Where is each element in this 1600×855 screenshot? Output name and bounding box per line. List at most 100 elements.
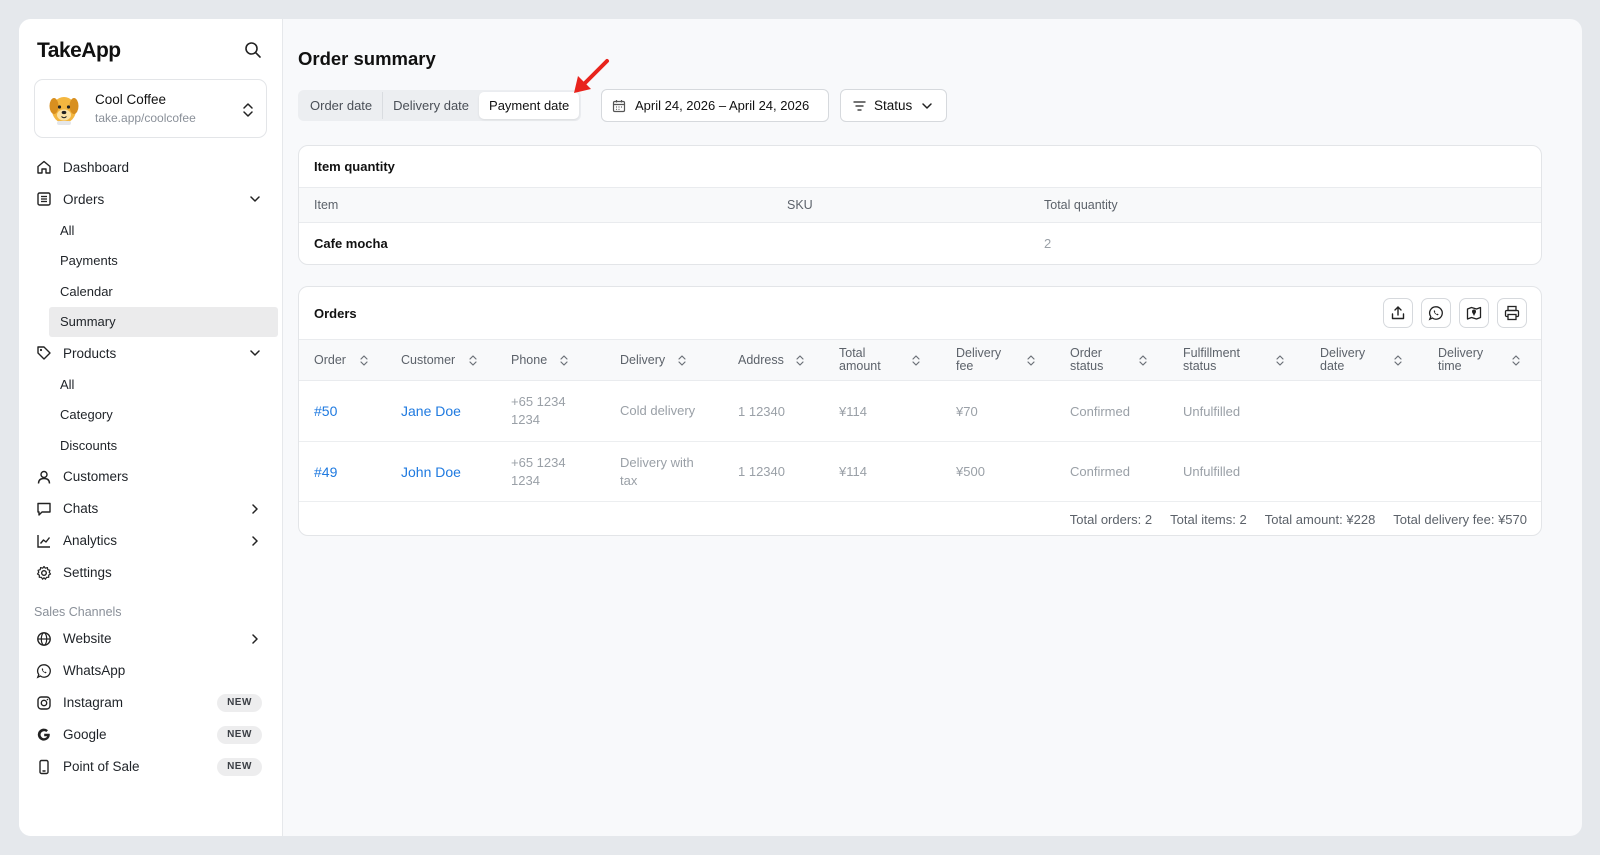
sidebar-item-label: Orders — [63, 191, 105, 207]
map-button[interactable] — [1459, 298, 1489, 328]
column-header-delivery-fee[interactable]: Delivery fee — [941, 347, 1055, 373]
map-pin-icon — [1466, 306, 1482, 320]
column-header-item: Item — [314, 198, 339, 212]
sidebar-subitem-summary[interactable]: Summary — [49, 306, 278, 337]
store-switcher[interactable]: Cool Coffee take.app/coolcofee — [34, 79, 267, 138]
column-header-fulfillment-status[interactable]: Fulfillment status — [1168, 347, 1305, 373]
status-filter-button[interactable]: Status — [840, 89, 947, 122]
column-header-delivery[interactable]: Delivery — [605, 352, 723, 367]
column-header-phone[interactable]: Phone — [496, 353, 605, 367]
chevron-down-icon — [250, 350, 260, 356]
sidebar-item-chats[interactable]: Chats — [19, 493, 283, 525]
chat-bubble-icon — [37, 502, 51, 516]
new-badge: NEW — [217, 725, 262, 744]
sidebar-item-instagram[interactable]: Instagram NEW — [19, 687, 283, 719]
sort-icon — [1512, 355, 1520, 366]
tab-payment-date[interactable]: Payment date — [479, 92, 580, 119]
column-header-customer[interactable]: Customer — [386, 353, 496, 367]
phone-line: 1234 — [511, 412, 540, 427]
date-range-picker[interactable]: April 24, 2026 – April 24, 2026 — [601, 89, 829, 122]
total-orders: Total orders: 2 — [1069, 512, 1153, 527]
sidebar-item-dashboard[interactable]: Dashboard — [19, 151, 283, 183]
sidebar-item-orders[interactable]: Orders — [19, 183, 283, 215]
sidebar-item-label: Analytics — [63, 533, 118, 548]
sidebar-item-point-of-sale[interactable]: Point of Sale NEW — [19, 751, 283, 783]
column-label-line: Fulfillment — [1183, 346, 1240, 360]
order-fulfillment-status: Unfulfilled — [1183, 403, 1241, 419]
sidebar-item-label: Instagram — [63, 695, 124, 710]
customer-link[interactable]: Jane Doe — [401, 403, 461, 419]
column-header-order[interactable]: Order — [299, 353, 386, 367]
table-row[interactable]: #50 Jane Doe +65 1234 1234 Cold delivery … — [299, 381, 1541, 441]
search-icon[interactable] — [243, 40, 263, 60]
tab-delivery-date[interactable]: Delivery date — [382, 92, 479, 119]
sidebar-item-customers[interactable]: Customers — [19, 461, 283, 493]
column-header-total-quantity: Total quantity — [1044, 198, 1118, 212]
sort-icon — [912, 355, 920, 366]
sidebar-subitem-orders-all[interactable]: All — [19, 215, 283, 246]
sidebar-item-settings[interactable]: Settings — [19, 557, 283, 589]
column-label-line: fee — [956, 359, 974, 373]
order-phone: +65 1234 1234 — [496, 454, 605, 490]
sidebar-subitem-payments[interactable]: Payments — [19, 246, 283, 277]
column-label: Delivery — [620, 352, 666, 367]
sidebar-item-label: Customers — [63, 469, 129, 484]
customer-link[interactable]: John Doe — [401, 464, 461, 480]
sidebar-subitem-calendar[interactable]: Calendar — [19, 276, 283, 307]
column-header-order-status[interactable]: Order status — [1055, 347, 1168, 373]
page-title: Order summary — [298, 48, 436, 69]
order-delivery: Delivery with tax — [605, 454, 723, 490]
store-avatar-dog-icon — [49, 96, 79, 125]
column-label: Fulfillment status — [1183, 346, 1240, 373]
order-number-link[interactable]: #49 — [314, 464, 337, 480]
line-chart-icon — [37, 534, 51, 548]
export-button[interactable] — [1383, 298, 1413, 328]
sidebar-item-analytics[interactable]: Analytics — [19, 525, 283, 557]
sidebar-item-whatsapp[interactable]: WhatsApp — [19, 655, 283, 687]
sort-icon — [1276, 355, 1284, 366]
total-items: Total items: 2 — [1170, 512, 1247, 527]
column-header-delivery-date[interactable]: Delivery date — [1305, 347, 1423, 373]
column-label-line: Order — [1070, 346, 1102, 360]
whatsapp-share-button[interactable] — [1421, 298, 1451, 328]
order-address: 1 12340 — [738, 403, 785, 419]
whatsapp-icon — [1428, 306, 1443, 321]
sidebar-subitem-discounts[interactable]: Discounts — [19, 430, 283, 461]
orders-list-icon — [37, 192, 51, 206]
order-total-amount: ¥114 — [839, 403, 867, 419]
table-row[interactable]: #49 John Doe +65 1234 1234 Delivery with t… — [299, 441, 1541, 501]
item-name: Cafe mocha — [314, 236, 388, 251]
order-delivery-fee: ¥70 — [956, 403, 978, 419]
sidebar-item-label: Settings — [63, 565, 112, 580]
sidebar-item-google[interactable]: Google NEW — [19, 719, 283, 751]
column-header-address[interactable]: Address — [723, 353, 824, 367]
column-header-delivery-time[interactable]: Delivery time — [1423, 347, 1533, 373]
calendar-icon — [612, 99, 626, 112]
sidebar-subitem-products-all[interactable]: All — [19, 369, 283, 400]
chevron-right-icon — [252, 535, 258, 546]
orders-toolbar — [1383, 298, 1527, 328]
phone-line: +65 1234 — [511, 394, 566, 409]
chevron-up-down-icon — [243, 103, 253, 117]
column-label-line: status — [1070, 359, 1104, 373]
app-logo[interactable]: TakeApp — [37, 39, 121, 63]
orders-table-header: Order Customer Phone Delivery Address To… — [299, 339, 1541, 381]
tab-order-date[interactable]: Order date — [300, 92, 382, 119]
item-quantity-header: Item SKU Total quantity — [299, 187, 1541, 223]
sort-icon — [1139, 355, 1147, 366]
sidebar-item-website[interactable]: Website — [19, 623, 283, 655]
column-label-line: time — [1438, 359, 1462, 373]
sidebar-subitem-category[interactable]: Category — [19, 400, 283, 431]
google-icon — [37, 728, 50, 741]
column-header-total-amount[interactable]: Total amount — [824, 347, 941, 373]
order-number-link[interactable]: #50 — [314, 403, 337, 419]
column-header-sku: SKU — [787, 198, 813, 212]
tag-icon — [37, 346, 51, 360]
upload-icon — [1391, 306, 1405, 320]
app-window: TakeApp Cool Coffee take.app/coolcofee D… — [19, 19, 1582, 836]
phone-line: +65 1234 — [511, 454, 566, 470]
print-button[interactable] — [1497, 298, 1527, 328]
sidebar-item-products[interactable]: Products — [19, 337, 283, 369]
store-url: take.app/coolcofee — [95, 111, 196, 125]
delivery-line: Delivery with — [620, 454, 694, 470]
